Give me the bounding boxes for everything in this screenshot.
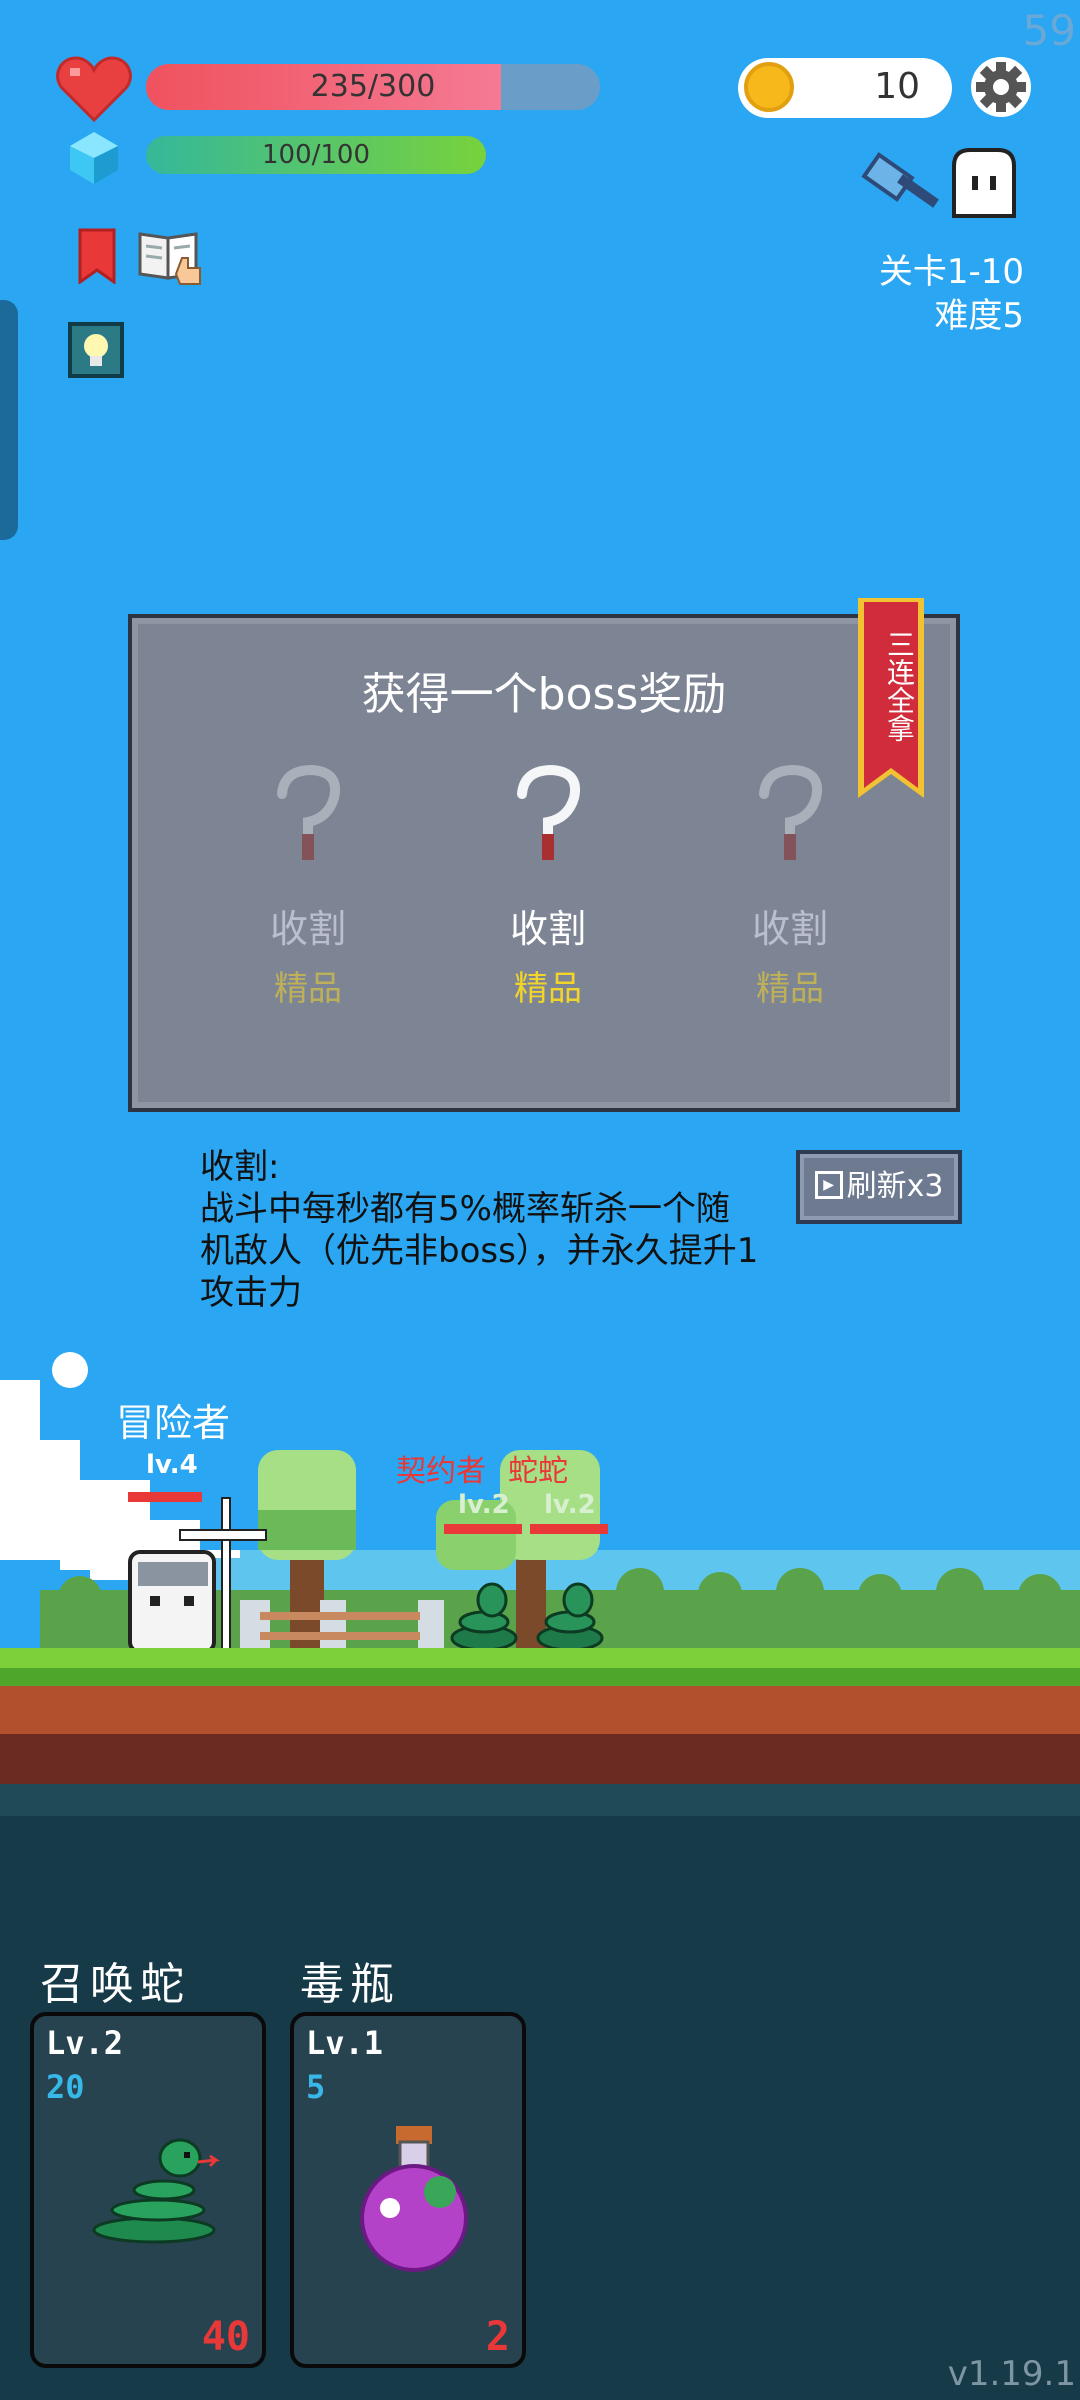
reward-option-2[interactable]: 收割 精品 — [458, 764, 638, 1010]
heart-icon — [56, 56, 132, 122]
difficulty-label: 难度5 — [934, 296, 1024, 336]
enemy-hp-bar — [530, 1524, 608, 1534]
mana-crystal-icon — [70, 132, 118, 184]
mana-bar: 100/100 — [146, 136, 486, 174]
enemy-name: 契约者 — [396, 1454, 486, 1489]
hp-bar: 235/300 — [146, 64, 600, 110]
snake-icon — [92, 2138, 221, 2244]
reward-option-3[interactable]: 收割 精品 — [700, 764, 880, 1010]
coin-icon — [744, 62, 794, 112]
skill-name: 召唤蛇 — [40, 1959, 190, 2010]
video-icon: ▶ — [814, 1170, 843, 1199]
option-quality: 精品 — [274, 969, 342, 1009]
sickle-icon — [517, 764, 580, 860]
sickle-icon — [277, 764, 340, 860]
enemy-level: lv.2 — [458, 1490, 510, 1520]
skill-card-poison-bottle[interactable]: Lv.1 5 2 — [290, 2012, 526, 2368]
reward-option-1[interactable]: 收割 精品 — [218, 764, 398, 1010]
enemy-name: 蛇蛇 — [508, 1454, 568, 1489]
mana-text: 100/100 — [261, 140, 370, 170]
stage-label: 关卡1-10 — [878, 252, 1024, 292]
refresh-label: 刷新x3 — [846, 1169, 944, 1204]
fps-counter: 59 — [1022, 6, 1076, 55]
enemy-hp-bar — [444, 1524, 522, 1534]
option-name: 收割 — [751, 907, 828, 951]
ribbon-text: 三连全拿 — [883, 630, 916, 742]
hint-lightbulb-icon[interactable] — [68, 322, 124, 378]
skill-card-summon-snake[interactable]: Lv.2 20 40 — [30, 2012, 266, 2368]
side-drawer-tab[interactable] — [0, 300, 18, 540]
sickle-icon — [759, 764, 822, 860]
card-count: 40 — [201, 2314, 250, 2360]
hero-level: lv.4 — [146, 1450, 198, 1480]
option-name: 收割 — [509, 907, 586, 951]
stage-info: 关卡1-10 难度5 — [879, 250, 1024, 338]
card-level: Lv.1 — [306, 2024, 384, 2062]
card-count: 2 — [485, 2314, 510, 2360]
hp-text: 235/300 — [310, 69, 436, 104]
ghost-icon[interactable] — [946, 146, 1022, 222]
desc-body: 战斗中每秒都有5%概率斩杀一个随机敌人（优先非boss），并永久提升1攻击力 — [200, 1189, 759, 1313]
version-label: v1.19.1 — [947, 2354, 1076, 2394]
poison-bottle-icon — [360, 2126, 468, 2272]
card-level: Lv.2 — [46, 2024, 124, 2062]
settings-gear-icon[interactable] — [970, 56, 1032, 118]
coin-value: 10 — [874, 66, 920, 107]
refresh-ad-button[interactable]: ▶ 刷新x3 — [796, 1150, 962, 1224]
guide-book-icon[interactable] — [136, 228, 206, 286]
skill-name: 毒瓶 — [300, 1959, 400, 2010]
option-quality: 精品 — [756, 969, 824, 1009]
option-quality: 精品 — [514, 969, 582, 1009]
desc-title: 收割: — [200, 1147, 280, 1187]
reward-title: 获得一个boss奖励 — [361, 669, 727, 720]
option-name: 收割 — [269, 907, 346, 951]
reward-description: 收割: 战斗中每秒都有5%概率斩杀一个随机敌人（优先非boss），并永久提升1攻… — [200, 1146, 760, 1314]
card-cost: 5 — [306, 2068, 326, 2106]
card-cost: 20 — [46, 2068, 85, 2106]
bookmark-icon[interactable] — [76, 228, 118, 284]
hero-hp-bar — [128, 1492, 202, 1502]
hammer-icon[interactable] — [860, 146, 944, 224]
enemy-level: lv.2 — [544, 1490, 596, 1520]
hero-name: 冒险者 — [116, 1401, 231, 1445]
